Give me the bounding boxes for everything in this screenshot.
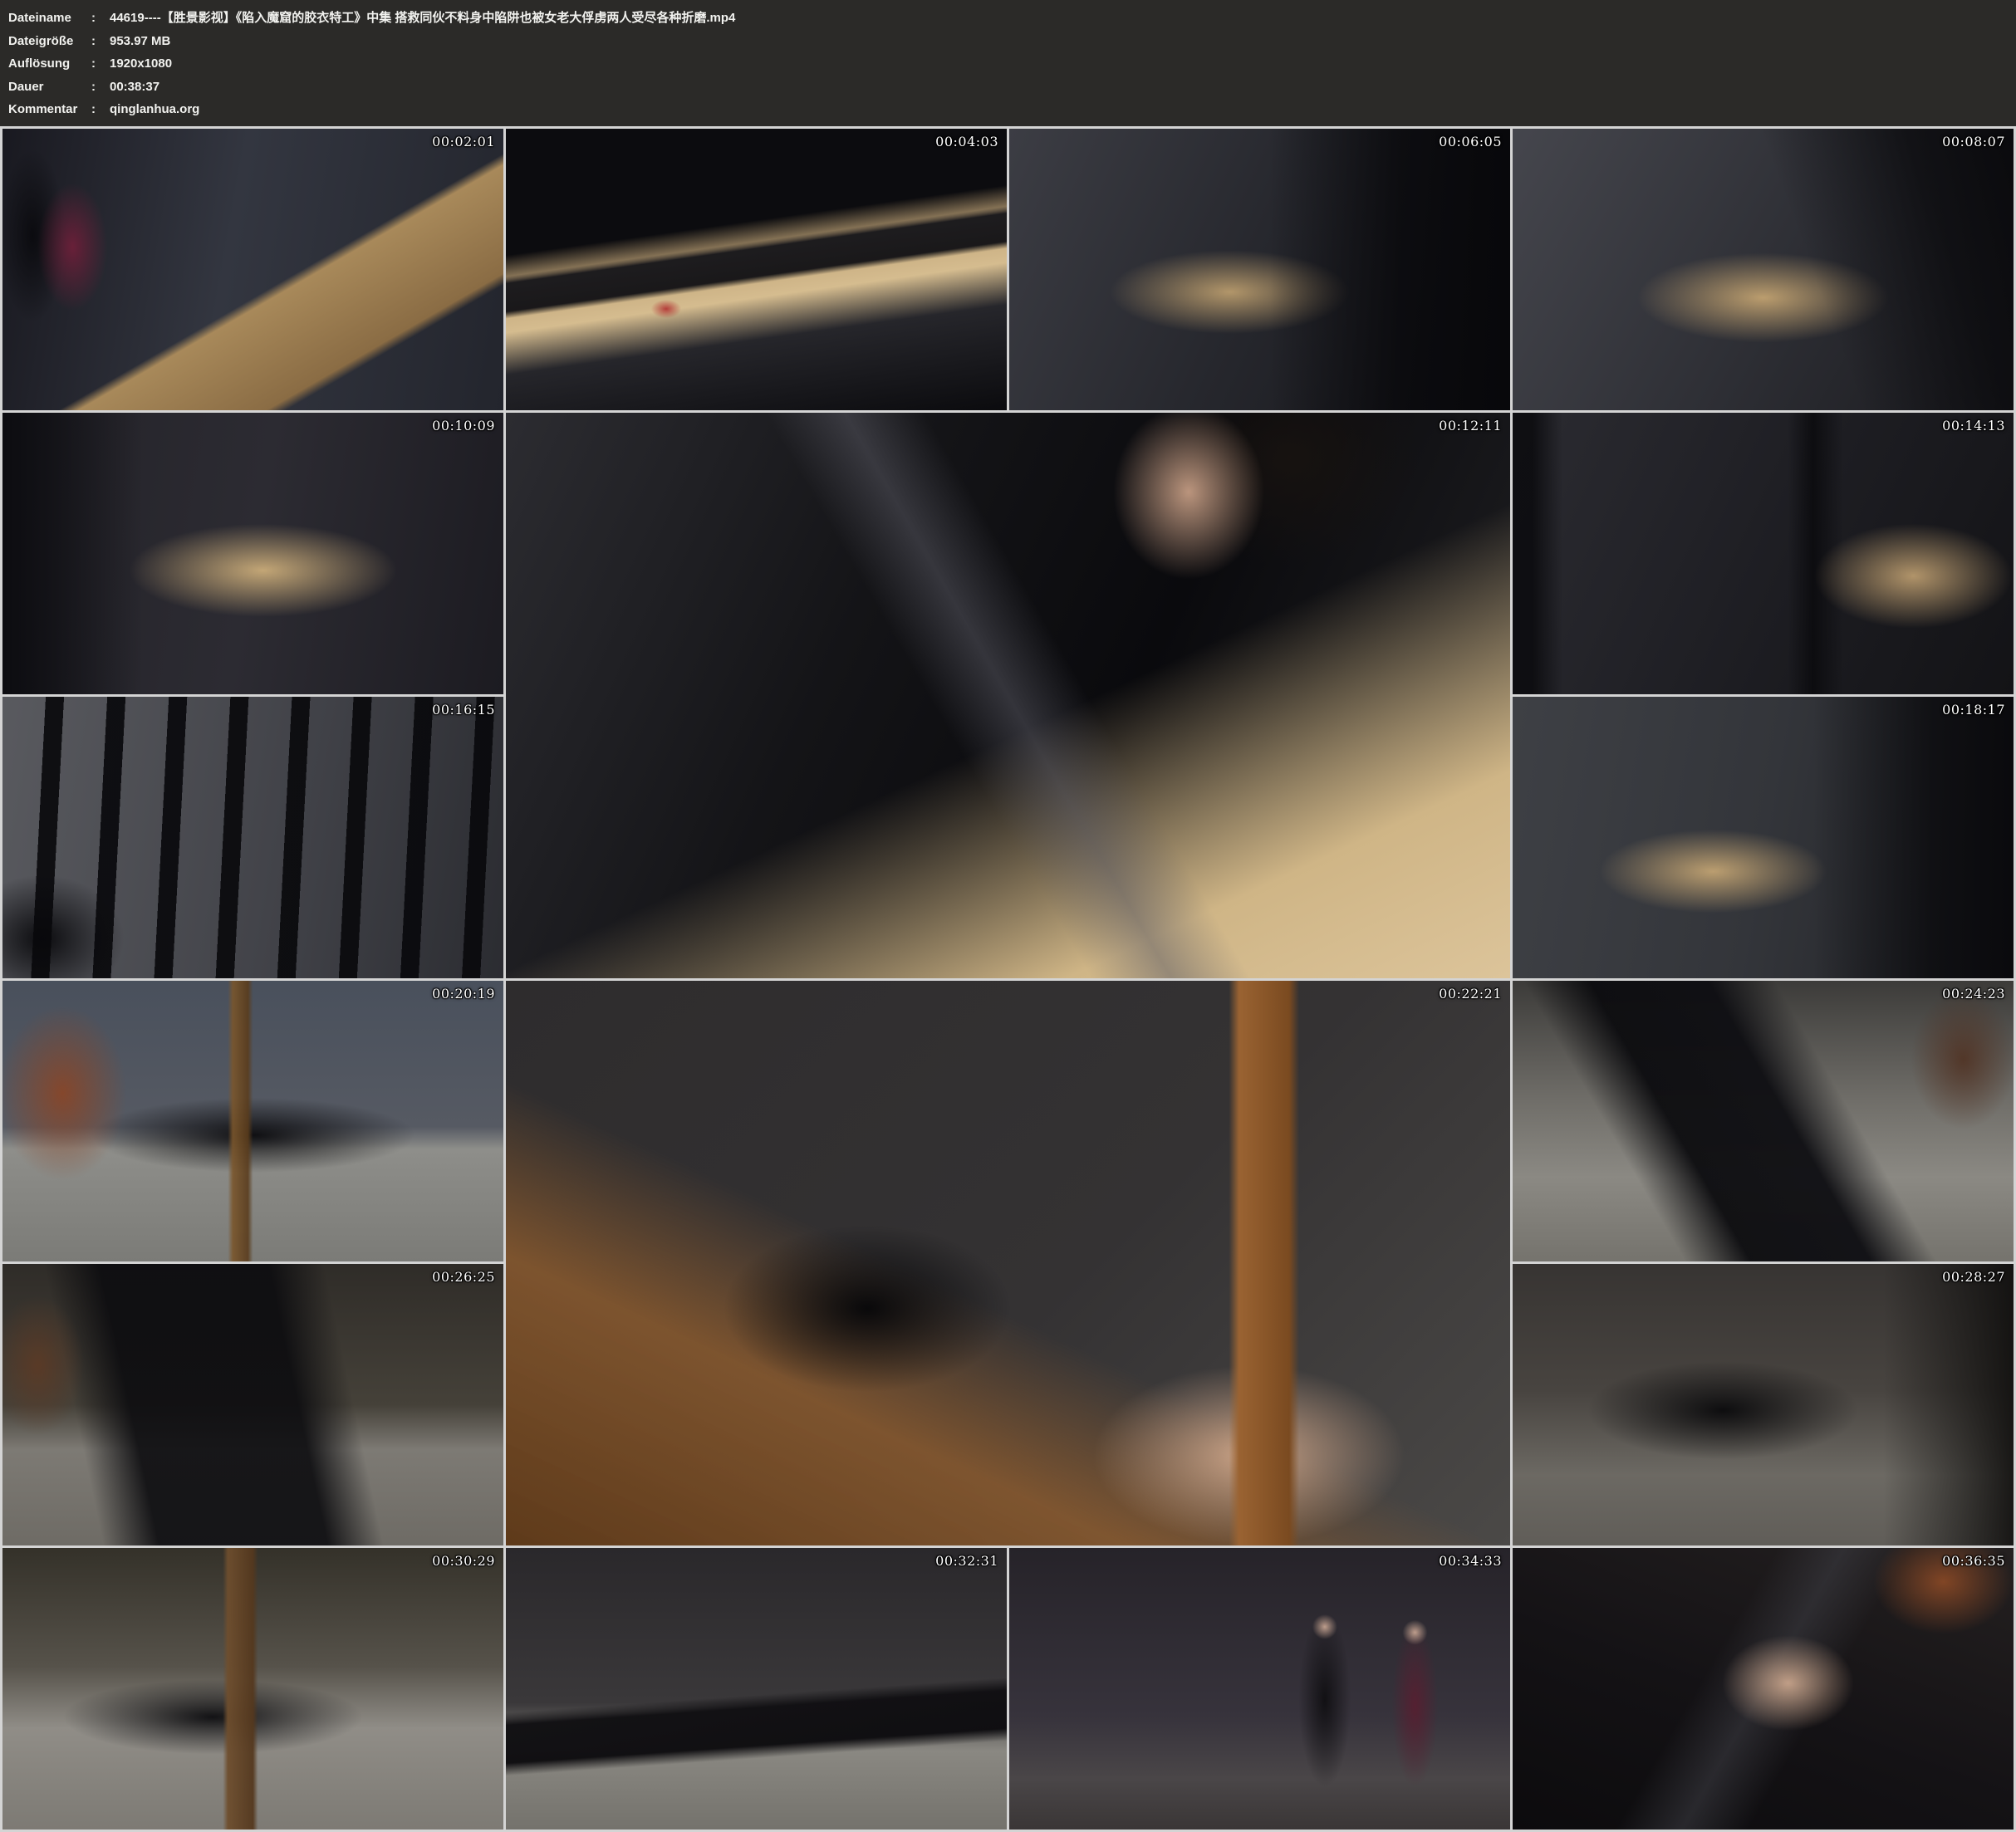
metadata-header: Dateiname : 44619----【胜景影视】《陷入魔窟的胶衣特工》中集…	[0, 0, 2016, 126]
timestamp-overlay: 00:12:11	[1439, 418, 1502, 434]
video-thumbnail: 00:18:17	[1513, 697, 2014, 978]
video-thumbnail: 00:02:01	[2, 129, 503, 410]
timestamp-overlay: 00:30:29	[432, 1553, 495, 1569]
timestamp-overlay: 00:04:03	[935, 134, 998, 149]
video-thumbnail: 00:32:31	[506, 1548, 1007, 1830]
metadata-value-filesize: 953.97 MB	[110, 30, 2006, 53]
timestamp-overlay: 00:24:23	[1942, 986, 2005, 1002]
timestamp-overlay: 00:28:27	[1942, 1269, 2005, 1285]
metadata-separator: :	[91, 98, 110, 121]
video-thumbnail-large: 00:12:11	[506, 413, 1510, 978]
timestamp-overlay: 00:16:15	[432, 702, 495, 718]
timestamp-overlay: 00:14:13	[1942, 418, 2005, 434]
thumbnail-grid: 00:02:01 00:04:03 00:06:05 00:08:07 00:1…	[0, 126, 2016, 1832]
metadata-value-comment: qinglanhua.org	[110, 98, 2006, 121]
contact-sheet-page: Dateiname : 44619----【胜景影视】《陷入魔窟的胶衣特工》中集…	[0, 0, 2016, 1832]
video-thumbnail: 00:06:05	[1009, 129, 1510, 410]
timestamp-overlay: 00:18:17	[1942, 702, 2005, 718]
video-thumbnail: 00:10:09	[2, 413, 503, 694]
timestamp-overlay: 00:02:01	[432, 134, 495, 149]
metadata-separator: :	[91, 52, 110, 76]
video-thumbnail: 00:04:03	[506, 129, 1007, 410]
metadata-row-resolution: Auflösung : 1920x1080	[8, 52, 2006, 76]
video-thumbnail: 00:24:23	[1513, 981, 2014, 1262]
metadata-separator: :	[91, 7, 110, 30]
metadata-label: Kommentar	[8, 98, 91, 121]
video-thumbnail: 00:16:15	[2, 697, 503, 978]
metadata-value-filename: 44619----【胜景影视】《陷入魔窟的胶衣特工》中集 搭救同伙不料身中陷阱也…	[110, 7, 2006, 30]
metadata-row-comment: Kommentar : qinglanhua.org	[8, 98, 2006, 121]
metadata-row-filename: Dateiname : 44619----【胜景影视】《陷入魔窟的胶衣特工》中集…	[8, 7, 2006, 30]
timestamp-overlay: 00:22:21	[1439, 986, 1502, 1002]
timestamp-overlay: 00:08:07	[1942, 134, 2005, 149]
metadata-value-duration: 00:38:37	[110, 76, 2006, 99]
video-thumbnail: 00:36:35	[1513, 1548, 2014, 1830]
video-thumbnail: 00:20:19	[2, 981, 503, 1262]
metadata-label: Dateiname	[8, 7, 91, 30]
metadata-value-resolution: 1920x1080	[110, 52, 2006, 76]
metadata-row-filesize: Dateigröße : 953.97 MB	[8, 30, 2006, 53]
timestamp-overlay: 00:26:25	[432, 1269, 495, 1285]
video-thumbnail: 00:34:33	[1009, 1548, 1510, 1830]
video-thumbnail: 00:28:27	[1513, 1264, 2014, 1545]
timestamp-overlay: 00:36:35	[1942, 1553, 2005, 1569]
metadata-separator: :	[91, 30, 110, 53]
timestamp-overlay: 00:10:09	[432, 418, 495, 434]
metadata-separator: :	[91, 76, 110, 99]
video-thumbnail: 00:14:13	[1513, 413, 2014, 694]
timestamp-overlay: 00:34:33	[1439, 1553, 1502, 1569]
video-thumbnail: 00:08:07	[1513, 129, 2014, 410]
video-thumbnail: 00:26:25	[2, 1264, 503, 1545]
timestamp-overlay: 00:20:19	[432, 986, 495, 1002]
timestamp-overlay: 00:06:05	[1439, 134, 1502, 149]
video-thumbnail-large: 00:22:21	[506, 981, 1510, 1546]
metadata-label: Dateigröße	[8, 30, 91, 53]
metadata-label: Auflösung	[8, 52, 91, 76]
timestamp-overlay: 00:32:31	[935, 1553, 998, 1569]
metadata-label: Dauer	[8, 76, 91, 99]
metadata-row-duration: Dauer : 00:38:37	[8, 76, 2006, 99]
video-thumbnail: 00:30:29	[2, 1548, 503, 1830]
